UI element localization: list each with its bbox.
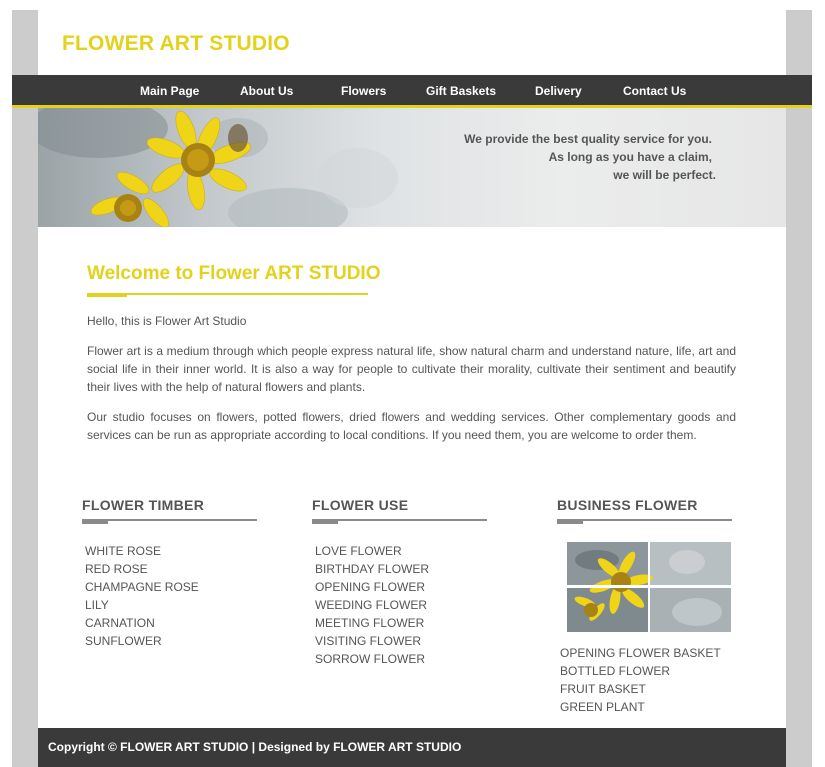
footer-copyright: Copyright © FLOWER ART STUDIO | Designed… — [48, 740, 462, 754]
list-item[interactable]: FRUIT BASKET — [560, 680, 721, 698]
list-item[interactable]: BIRTHDAY FLOWER — [315, 560, 429, 578]
business-flower-list: OPENING FLOWER BASKET BOTTLED FLOWER FRU… — [560, 644, 721, 716]
nav-delivery[interactable]: Delivery — [535, 84, 582, 98]
banner-tagline-2: As long as you have a claim, — [548, 150, 712, 164]
main-nav: Main Page About Us Flowers Gift Baskets … — [12, 75, 812, 108]
list-item[interactable]: WEEDING FLOWER — [315, 596, 429, 614]
list-item[interactable]: RED ROSE — [85, 560, 199, 578]
hero-banner: We provide the best quality service for … — [38, 108, 786, 227]
column-title-business-flower: BUSINESS FLOWER — [557, 497, 698, 513]
column-divider — [557, 519, 732, 521]
welcome-title: Welcome to Flower ART STUDIO — [87, 263, 381, 284]
banner-tagline-1: We provide the best quality service for … — [464, 132, 712, 146]
nav-gift-baskets[interactable]: Gift Baskets — [426, 84, 496, 98]
banner-tagline-3: we will be perfect. — [613, 168, 716, 182]
site-footer: Copyright © FLOWER ART STUDIO | Designed… — [38, 728, 786, 767]
list-item[interactable]: MEETING FLOWER — [315, 614, 429, 632]
list-item[interactable]: CARNATION — [85, 614, 199, 632]
welcome-greeting: Hello, this is Flower Art Studio — [87, 314, 247, 328]
column-divider-accent — [312, 519, 338, 524]
column-divider — [312, 519, 487, 521]
list-item[interactable]: VISITING FLOWER — [315, 632, 429, 650]
business-flower-image-grid[interactable] — [567, 542, 731, 632]
welcome-paragraph-1: Flower art is a medium through which peo… — [87, 344, 736, 394]
list-item[interactable]: SORROW FLOWER — [315, 650, 429, 668]
column-title-flower-use: FLOWER USE — [312, 497, 409, 513]
list-item[interactable]: OPENING FLOWER BASKET — [560, 644, 721, 662]
nav-main-page[interactable]: Main Page — [140, 84, 199, 98]
site-logo[interactable]: FLOWER ART STUDIO — [62, 32, 290, 56]
nav-flowers[interactable]: Flowers — [341, 84, 386, 98]
list-item[interactable]: CHAMPAGNE ROSE — [85, 578, 199, 596]
flower-use-list: LOVE FLOWER BIRTHDAY FLOWER OPENING FLOW… — [315, 542, 429, 668]
list-item[interactable]: SUNFLOWER — [85, 632, 199, 650]
welcome-paragraph-2: Our studio focuses on flowers, potted fl… — [87, 410, 736, 442]
column-divider — [82, 519, 257, 521]
nav-about-us[interactable]: About Us — [240, 84, 293, 98]
column-title-flower-timber: FLOWER TIMBER — [82, 497, 205, 513]
column-divider-accent — [82, 519, 108, 524]
welcome-divider — [87, 293, 368, 295]
list-item[interactable]: LILY — [85, 596, 199, 614]
list-item[interactable]: LOVE FLOWER — [315, 542, 429, 560]
list-item[interactable]: OPENING FLOWER — [315, 578, 429, 596]
column-divider-accent — [557, 519, 583, 524]
list-item[interactable]: BOTTLED FLOWER — [560, 662, 721, 680]
list-item[interactable]: GREEN PLANT — [560, 698, 721, 716]
welcome-divider-accent — [87, 293, 127, 297]
nav-contact-us[interactable]: Contact Us — [623, 84, 686, 98]
flower-timber-list: WHITE ROSE RED ROSE CHAMPAGNE ROSE LILY … — [85, 542, 199, 650]
list-item[interactable]: WHITE ROSE — [85, 542, 199, 560]
